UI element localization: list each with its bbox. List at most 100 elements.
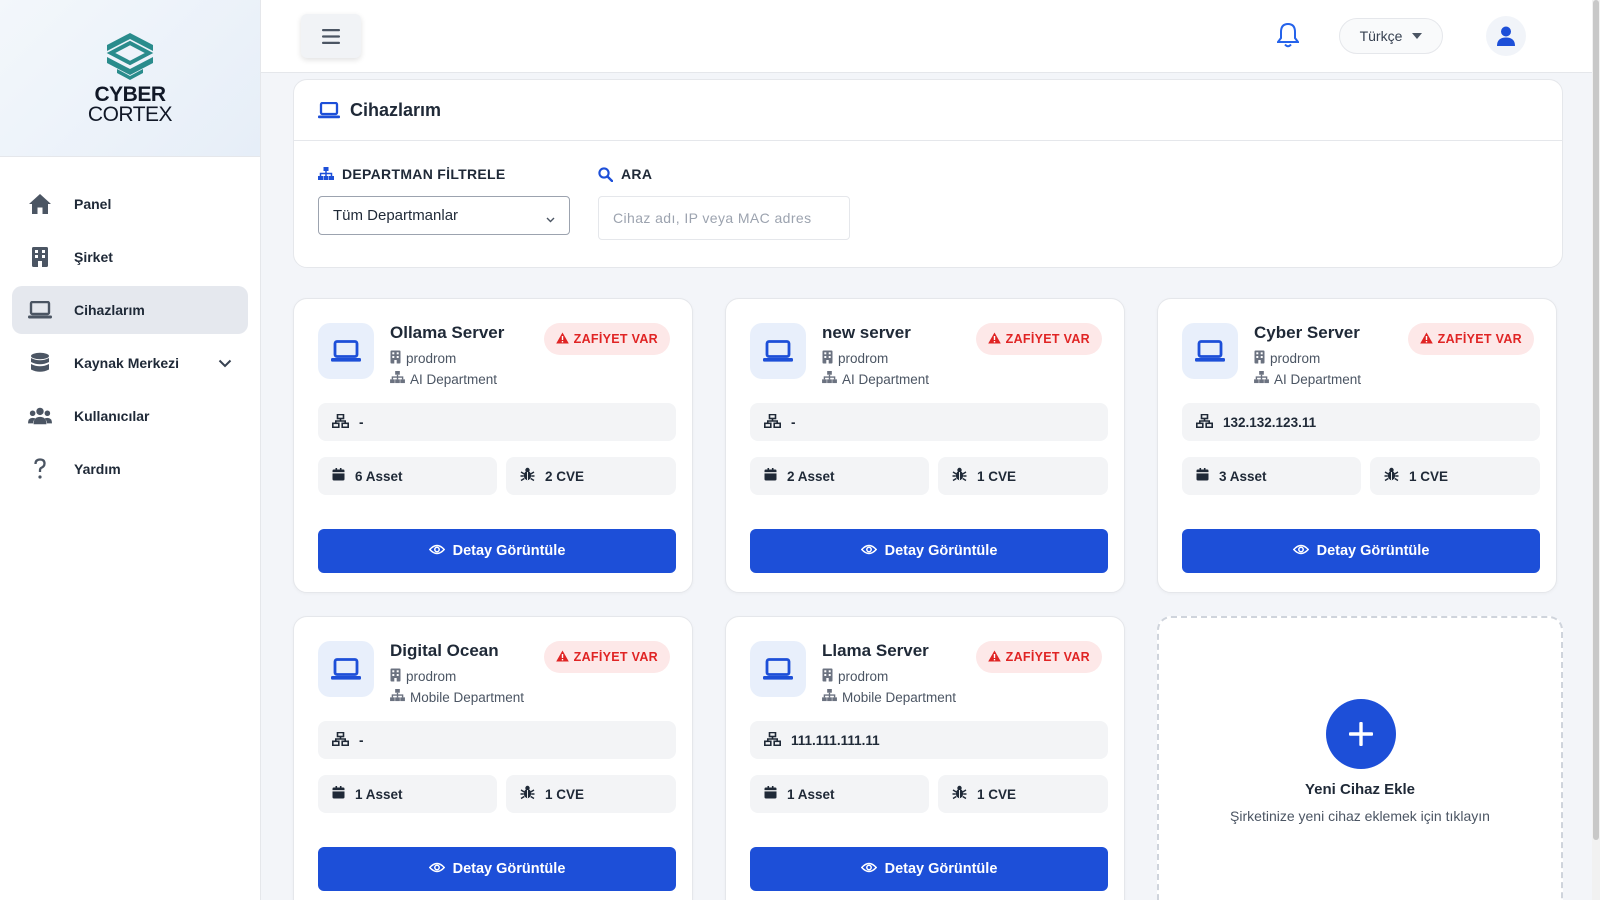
vulnerability-badge: ZAFİYET VAR <box>1407 323 1534 355</box>
asset-count-text: 2 Asset <box>787 468 835 484</box>
asset-count-text: 3 Asset <box>1219 468 1267 484</box>
sitemap-icon <box>822 689 837 705</box>
device-department: Mobile Department <box>822 689 956 705</box>
add-device-subtitle: Şirketinize yeni cihaz eklemek için tıkl… <box>1230 808 1490 824</box>
device-company: prodrom <box>390 668 456 685</box>
menu-toggle-button[interactable] <box>301 14 361 58</box>
eye-icon <box>428 543 445 559</box>
device-company-text: prodrom <box>1270 351 1321 366</box>
view-details-button[interactable]: Detay Görüntüle <box>1182 529 1540 573</box>
device-company: prodrom <box>1254 350 1320 367</box>
sidebar-item-cihazlarim[interactable]: Cihazlarım <box>12 286 248 334</box>
sidebar-item-label: Kaynak Merkezi <box>74 355 180 371</box>
notifications-button[interactable] <box>1276 22 1303 50</box>
cve-count: 1 CVE <box>938 457 1108 495</box>
sidebar-item-label: Şirket <box>74 249 113 265</box>
language-selector[interactable]: Türkçe <box>1339 18 1443 54</box>
device-company: prodrom <box>390 350 456 367</box>
sidebar-item-sirket[interactable]: Şirket <box>12 233 248 281</box>
view-details-button[interactable]: Detay Görüntüle <box>318 847 676 891</box>
department-select[interactable]: Tüm Departmanlar <box>318 196 570 235</box>
bug-icon <box>520 467 535 485</box>
device-department-text: AI Department <box>842 371 930 387</box>
bell-icon <box>1276 22 1300 48</box>
scrollbar-thumb[interactable] <box>1593 0 1599 840</box>
asset-count: 1 Asset <box>318 775 497 813</box>
cve-count: 1 CVE <box>938 775 1108 813</box>
building-icon <box>28 245 52 269</box>
network-icon <box>764 731 781 749</box>
add-device-card[interactable]: Yeni Cihaz Ekle Şirketinize yeni cihaz e… <box>1157 616 1563 900</box>
device-card: Digital Ocean prodrom Mobile Department ZAF… <box>293 616 693 900</box>
bug-icon <box>1384 467 1399 485</box>
question-icon <box>28 457 52 481</box>
logo-mark-icon <box>106 33 154 81</box>
network-icon <box>764 413 781 431</box>
building-icon <box>822 668 833 685</box>
chevron-down-icon[interactable] <box>218 355 232 373</box>
device-company-text: prodrom <box>838 669 889 684</box>
sitemap-icon <box>1254 371 1269 387</box>
caret-down-icon <box>1412 33 1423 39</box>
device-department-text: AI Department <box>410 371 498 387</box>
sitemap-icon <box>390 371 405 387</box>
sitemap-icon <box>390 689 405 705</box>
eye-icon <box>860 861 877 877</box>
topbar: Türkçe <box>261 0 1600 73</box>
main-content: Cihazlarım DEPARTMAN FİLTRELE Tüm Depart… <box>261 73 1592 900</box>
view-details-label: Detay Görüntüle <box>452 861 566 877</box>
device-ip: - <box>750 403 1108 441</box>
device-department: AI Department <box>1254 371 1361 387</box>
user-menu-button[interactable] <box>1486 16 1526 56</box>
device-ip-text: - <box>359 414 364 430</box>
warning-icon <box>987 332 1001 347</box>
view-details-label: Detay Görüntüle <box>884 861 998 877</box>
cve-count-text: 1 CVE <box>977 468 1017 484</box>
view-details-button[interactable]: Detay Görüntüle <box>750 529 1108 573</box>
bug-icon <box>520 785 535 803</box>
device-name: Cyber Server <box>1254 323 1360 342</box>
asset-count: 2 Asset <box>750 457 929 495</box>
eye-icon <box>428 861 445 877</box>
view-details-button[interactable]: Detay Görüntüle <box>750 847 1108 891</box>
sidebar: CYBER CORTEX Panel Şirket Cihazlarım Kay… <box>0 0 261 900</box>
view-details-button[interactable]: Detay Görüntüle <box>318 529 676 573</box>
sidebar-item-kullanicilar[interactable]: Kullanıcılar <box>12 392 248 440</box>
sidebar-item-label: Yardım <box>74 461 121 477</box>
device-company-text: prodrom <box>838 351 889 366</box>
device-card: new server prodrom AI Department ZAFİYET VA… <box>725 298 1125 593</box>
device-department: AI Department <box>822 371 929 387</box>
asset-count: 6 Asset <box>318 457 497 495</box>
device-name: new server <box>822 323 911 342</box>
warning-icon <box>1419 332 1433 347</box>
laptop-icon <box>318 641 374 697</box>
device-department-text: Mobile Department <box>842 689 957 705</box>
logo-text: CYBER CORTEX <box>87 84 173 126</box>
sidebar-item-yardim[interactable]: Yardım <box>12 445 248 493</box>
vulnerability-badge-text: ZAFİYET VAR <box>1005 650 1090 664</box>
sidebar-item-label: Panel <box>74 196 112 212</box>
scrollbar[interactable] <box>1592 0 1600 900</box>
device-ip: - <box>318 721 676 759</box>
device-ip-text: - <box>791 414 796 430</box>
user-icon <box>1497 26 1515 46</box>
page-title: Cihazlarım <box>350 99 442 120</box>
asset-count-text: 6 Asset <box>355 468 403 484</box>
sidebar-item-label: Kullanıcılar <box>74 408 150 424</box>
sidebar-item-panel[interactable]: Panel <box>12 180 248 228</box>
box-icon <box>764 786 777 802</box>
logo[interactable]: CYBER CORTEX <box>0 0 260 157</box>
add-device-button[interactable] <box>1326 699 1396 769</box>
sidebar-nav: Panel Şirket Cihazlarım Kaynak Merkezi K… <box>0 157 260 493</box>
sidebar-item-kaynak-merkezi[interactable]: Kaynak Merkezi <box>12 339 248 387</box>
logo-line2: CORTEX <box>87 103 173 126</box>
cve-count: 1 CVE <box>506 775 676 813</box>
device-name: Ollama Server <box>390 323 505 342</box>
search-icon <box>598 166 613 182</box>
device-ip-text: 111.111.111.11 <box>791 732 880 748</box>
cve-count: 2 CVE <box>506 457 676 495</box>
view-details-label: Detay Görüntüle <box>1316 543 1430 559</box>
search-input[interactable] <box>598 196 850 240</box>
warning-icon <box>555 332 569 347</box>
cve-count-text: 2 CVE <box>545 468 585 484</box>
